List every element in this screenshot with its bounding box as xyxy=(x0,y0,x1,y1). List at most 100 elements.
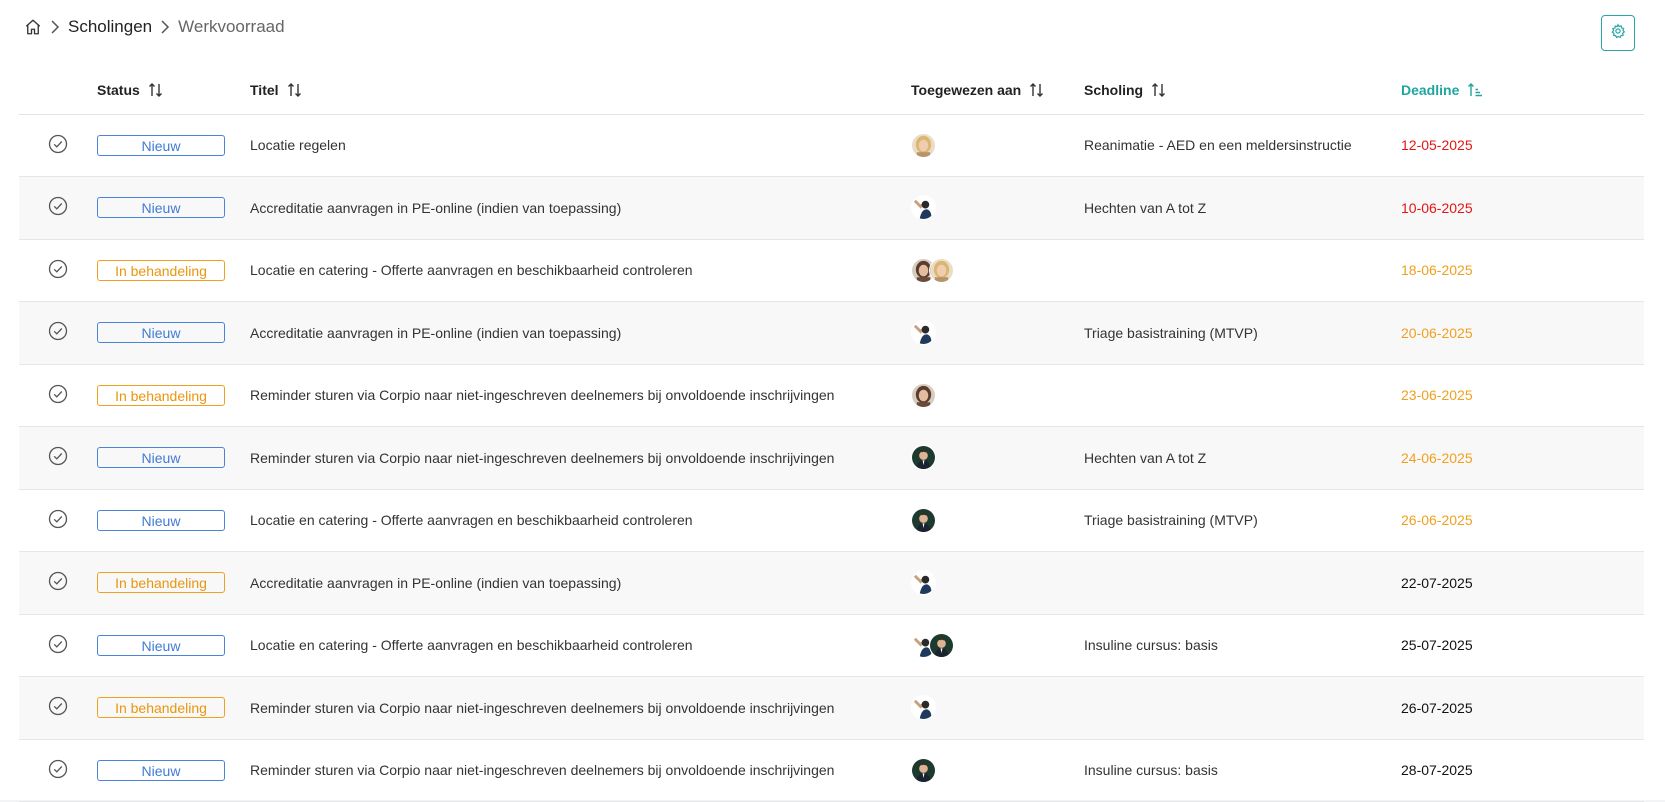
task-title[interactable]: Locatie en catering - Offerte aanvragen … xyxy=(250,512,693,528)
column-label-toegewezen: Toegewezen aan xyxy=(911,81,1022,98)
avatar[interactable] xyxy=(911,570,936,596)
deadline-cell: 24-06-2025 xyxy=(1401,426,1644,490)
complete-cell xyxy=(19,301,97,365)
check-circle-icon[interactable] xyxy=(48,446,68,466)
table-row[interactable]: Nieuw Reminder sturen via Corpio naar ni… xyxy=(19,739,1644,802)
sort-icon[interactable] xyxy=(1151,82,1167,98)
status-badge: Nieuw xyxy=(97,197,225,219)
task-title[interactable]: Locatie en catering - Offerte aanvragen … xyxy=(250,637,693,653)
table-row[interactable]: In behandeling Accreditatie aanvragen in… xyxy=(19,551,1644,615)
title-cell: Accreditatie aanvragen in PE-online (ind… xyxy=(250,301,911,365)
table-row[interactable]: Nieuw Locatie en catering - Offerte aanv… xyxy=(19,489,1644,552)
task-title[interactable]: Reminder sturen via Corpio naar niet-ing… xyxy=(250,387,834,403)
scholing-text: Triage basistraining (MTVP) xyxy=(1084,512,1258,529)
home-icon[interactable] xyxy=(24,18,42,36)
deadline-cell: 12-05-2025 xyxy=(1401,114,1644,177)
scholing-text: Hechten van A tot Z xyxy=(1084,199,1207,216)
breadcrumb-scholingen[interactable]: Scholingen xyxy=(68,17,152,37)
table-row[interactable]: Nieuw Accreditatie aanvragen in PE-onlin… xyxy=(19,301,1644,365)
table-row[interactable]: Nieuw Reminder sturen via Corpio naar ni… xyxy=(19,426,1644,490)
deadline-date: 22-07-2025 xyxy=(1401,574,1473,591)
assignee-avatars xyxy=(911,757,1084,783)
scholing-cell: Insuline cursus: basis xyxy=(1084,739,1401,802)
scholing-cell: Triage basistraining (MTVP) xyxy=(1084,489,1401,552)
column-check xyxy=(19,66,97,115)
check-circle-icon[interactable] xyxy=(48,696,68,716)
task-title[interactable]: Accreditatie aanvragen in PE-online (ind… xyxy=(250,200,621,216)
table-row[interactable]: Nieuw Locatie en catering - Offerte aanv… xyxy=(19,614,1644,677)
status-cell: In behandeling xyxy=(97,239,250,302)
title-cell: Locatie en catering - Offerte aanvragen … xyxy=(250,489,911,552)
column-status[interactable]: Status xyxy=(97,66,250,115)
assignee-avatars xyxy=(911,695,1084,721)
scholing-cell: Insuline cursus: basis xyxy=(1084,614,1401,677)
column-titel[interactable]: Titel xyxy=(250,66,911,115)
check-circle-icon[interactable] xyxy=(48,196,68,216)
title-cell: Locatie en catering - Offerte aanvragen … xyxy=(250,239,911,302)
sort-ascending-icon[interactable] xyxy=(1467,82,1483,98)
table-row[interactable]: Nieuw Locatie regelen Reanimatie - AED e… xyxy=(19,114,1644,177)
sort-icon[interactable] xyxy=(148,82,164,98)
complete-cell xyxy=(19,176,97,240)
column-scholing[interactable]: Scholing xyxy=(1084,66,1401,115)
status-cell: Nieuw xyxy=(97,739,250,802)
complete-cell xyxy=(19,489,97,552)
assignee-cell xyxy=(911,239,1084,302)
task-title[interactable]: Reminder sturen via Corpio naar niet-ing… xyxy=(250,450,834,466)
deadline-date: 28-07-2025 xyxy=(1401,762,1473,779)
column-toegewezen[interactable]: Toegewezen aan xyxy=(911,66,1084,115)
assignee-cell xyxy=(911,114,1084,177)
avatar[interactable] xyxy=(929,632,954,658)
table-row[interactable]: Nieuw Accreditatie aanvragen in PE-onlin… xyxy=(19,176,1644,240)
scholing-cell: Hechten van A tot Z xyxy=(1084,426,1401,490)
task-title[interactable]: Reminder sturen via Corpio naar niet-ing… xyxy=(250,762,834,778)
check-circle-icon[interactable] xyxy=(48,509,68,529)
check-circle-icon[interactable] xyxy=(48,384,68,404)
status-cell: In behandeling xyxy=(97,551,250,615)
complete-cell xyxy=(19,676,97,740)
task-title[interactable]: Accreditatie aanvragen in PE-online (ind… xyxy=(250,325,621,341)
avatar[interactable] xyxy=(911,195,936,221)
status-cell: Nieuw xyxy=(97,301,250,365)
check-circle-icon[interactable] xyxy=(48,321,68,341)
task-title[interactable]: Accreditatie aanvragen in PE-online (ind… xyxy=(250,575,621,591)
avatar[interactable] xyxy=(911,445,936,471)
check-circle-icon[interactable] xyxy=(48,259,68,279)
scholing-text: Hechten van A tot Z xyxy=(1084,449,1207,466)
avatar[interactable] xyxy=(911,695,936,721)
avatar[interactable] xyxy=(911,382,936,408)
table-row[interactable]: In behandeling Locatie en catering - Off… xyxy=(19,239,1644,302)
check-circle-icon[interactable] xyxy=(48,634,68,654)
status-cell: Nieuw xyxy=(97,426,250,490)
table-row[interactable]: In behandeling Reminder sturen via Corpi… xyxy=(19,364,1644,427)
assignee-cell xyxy=(911,489,1084,552)
avatar[interactable] xyxy=(911,320,936,346)
title-cell: Reminder sturen via Corpio naar niet-ing… xyxy=(250,364,911,427)
task-title[interactable]: Locatie regelen xyxy=(250,137,346,153)
deadline-date: 18-06-2025 xyxy=(1401,262,1473,279)
task-title[interactable]: Reminder sturen via Corpio naar niet-ing… xyxy=(250,700,834,716)
table-header-row: Status Titel Toegewezen aan Scholing Dea… xyxy=(19,66,1644,115)
scholing-cell xyxy=(1084,676,1401,740)
check-circle-icon[interactable] xyxy=(48,759,68,779)
avatar[interactable] xyxy=(911,507,936,533)
sort-icon[interactable] xyxy=(287,82,303,98)
status-cell: Nieuw xyxy=(97,114,250,177)
column-deadline[interactable]: Deadline xyxy=(1401,66,1644,115)
sort-icon[interactable] xyxy=(1029,82,1045,98)
scholing-text: Insuline cursus: basis xyxy=(1084,762,1218,779)
assignee-avatars xyxy=(911,320,1084,346)
check-circle-icon[interactable] xyxy=(48,571,68,591)
avatar[interactable] xyxy=(911,757,936,783)
title-cell: Locatie en catering - Offerte aanvragen … xyxy=(250,614,911,677)
deadline-cell: 25-07-2025 xyxy=(1401,614,1644,677)
table-row[interactable]: In behandeling Reminder sturen via Corpi… xyxy=(19,676,1644,740)
avatar[interactable] xyxy=(929,257,954,283)
avatar[interactable] xyxy=(911,132,936,158)
settings-button[interactable] xyxy=(1601,15,1635,51)
assignee-cell xyxy=(911,614,1084,677)
scholing-cell: Reanimatie - AED en een meldersinstructi… xyxy=(1084,114,1401,177)
check-circle-icon[interactable] xyxy=(48,134,68,154)
task-title[interactable]: Locatie en catering - Offerte aanvragen … xyxy=(250,262,693,278)
deadline-date: 24-06-2025 xyxy=(1401,449,1473,466)
